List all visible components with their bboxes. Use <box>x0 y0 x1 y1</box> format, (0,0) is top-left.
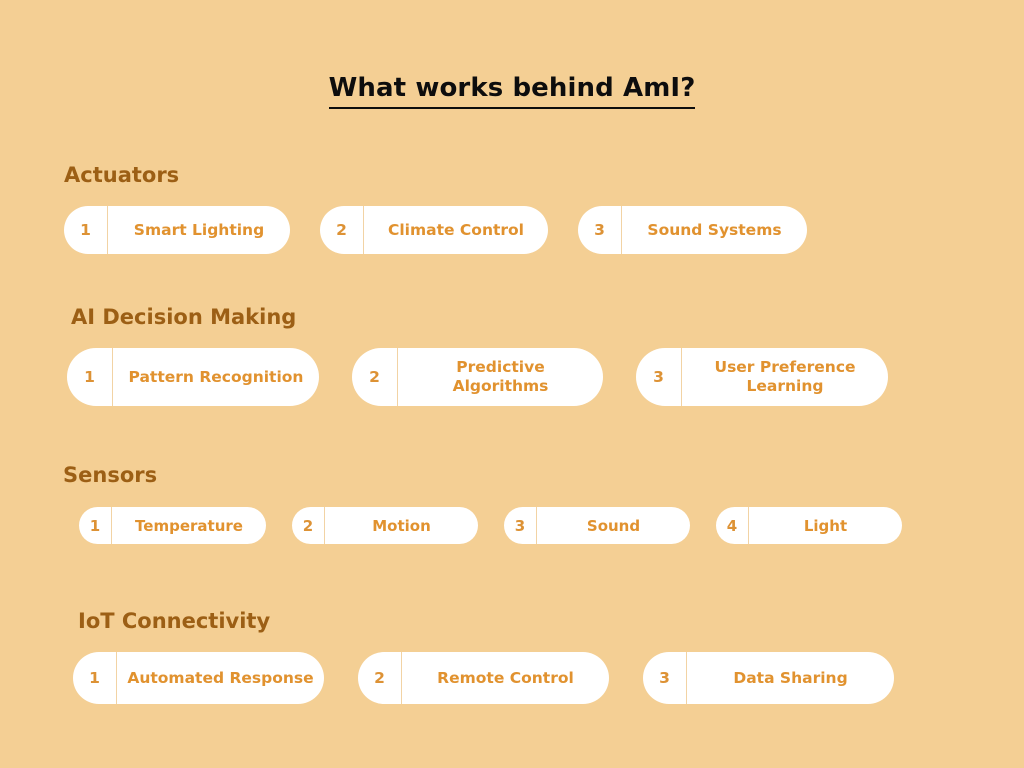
section-actuators: Actuators 1 Smart Lighting 2 Climate Con… <box>0 163 1024 255</box>
pill-label: User Preference Learning <box>714 358 856 396</box>
pill-number: 4 <box>716 507 749 545</box>
section-heading-iot-connectivity: IoT Connectivity <box>78 609 271 633</box>
pill-number: 1 <box>79 507 112 545</box>
pill-label: Data Sharing <box>733 668 848 687</box>
pill-item[interactable]: 3 Sound <box>504 507 690 545</box>
pill-row-ai-decision-making: 1 Pattern Recognition 2 Predictive Algor… <box>67 348 1024 407</box>
pill-number: 3 <box>643 652 687 705</box>
pill-number: 3 <box>636 348 682 407</box>
section-heading-sensors: Sensors <box>63 463 158 487</box>
pill-number: 2 <box>320 206 364 255</box>
section-heading-ai-decision-making: AI Decision Making <box>71 305 297 329</box>
pill-row-sensors: 1 Temperature 2 Motion 3 Sound 4 Light <box>79 507 1024 545</box>
pill-item[interactable]: 3 Data Sharing <box>643 652 894 705</box>
pill-number: 1 <box>64 206 108 255</box>
page-title: What works behind AmI? <box>328 73 696 109</box>
pill-number: 2 <box>292 507 325 545</box>
pill-item[interactable]: 4 Light <box>716 507 902 545</box>
pill-item[interactable]: 2 Remote Control <box>358 652 609 705</box>
pill-number: 2 <box>358 652 402 705</box>
pill-label: Remote Control <box>437 668 574 687</box>
pill-number: 2 <box>352 348 398 407</box>
pill-label: Climate Control <box>387 220 524 239</box>
pill-item[interactable]: 1 Smart Lighting <box>64 206 290 255</box>
section-heading-actuators: Actuators <box>64 163 180 187</box>
pill-label: Predictive Algorithms <box>452 358 549 396</box>
pill-row-actuators: 1 Smart Lighting 2 Climate Control 3 Sou… <box>64 206 1024 255</box>
section-ai-decision-making: AI Decision Making 1 Pattern Recognition… <box>0 305 1024 407</box>
pill-label: Smart Lighting <box>133 220 265 239</box>
pill-row-iot-connectivity: 1 Automated Response 2 Remote Control 3 … <box>73 652 1024 705</box>
section-sensors: Sensors 1 Temperature 2 Motion 3 Sound 4… <box>0 463 1024 545</box>
pill-number: 1 <box>67 348 113 407</box>
pill-item[interactable]: 3 User Preference Learning <box>636 348 888 407</box>
pill-label: Sound <box>586 516 641 535</box>
title-container: What works behind AmI? <box>0 73 1024 109</box>
pill-number: 3 <box>504 507 537 545</box>
pill-item[interactable]: 1 Temperature <box>79 507 266 545</box>
section-iot-connectivity: IoT Connectivity 1 Automated Response 2 … <box>0 609 1024 705</box>
pill-label: Sound Systems <box>647 220 782 239</box>
slide-canvas: What works behind AmI? Actuators 1 Smart… <box>0 0 1024 768</box>
pill-item[interactable]: 2 Predictive Algorithms <box>352 348 603 407</box>
pill-label: Automated Response <box>127 668 314 687</box>
pill-item[interactable]: 2 Motion <box>292 507 478 545</box>
pill-item[interactable]: 3 Sound Systems <box>578 206 807 255</box>
pill-label: Pattern Recognition <box>128 367 304 386</box>
pill-number: 1 <box>73 652 117 705</box>
pill-number: 3 <box>578 206 622 255</box>
pill-label: Motion <box>372 516 431 535</box>
pill-item[interactable]: 2 Climate Control <box>320 206 548 255</box>
pill-item[interactable]: 1 Automated Response <box>73 652 324 705</box>
pill-label: Light <box>803 516 848 535</box>
pill-label: Temperature <box>135 516 243 535</box>
pill-item[interactable]: 1 Pattern Recognition <box>67 348 319 407</box>
